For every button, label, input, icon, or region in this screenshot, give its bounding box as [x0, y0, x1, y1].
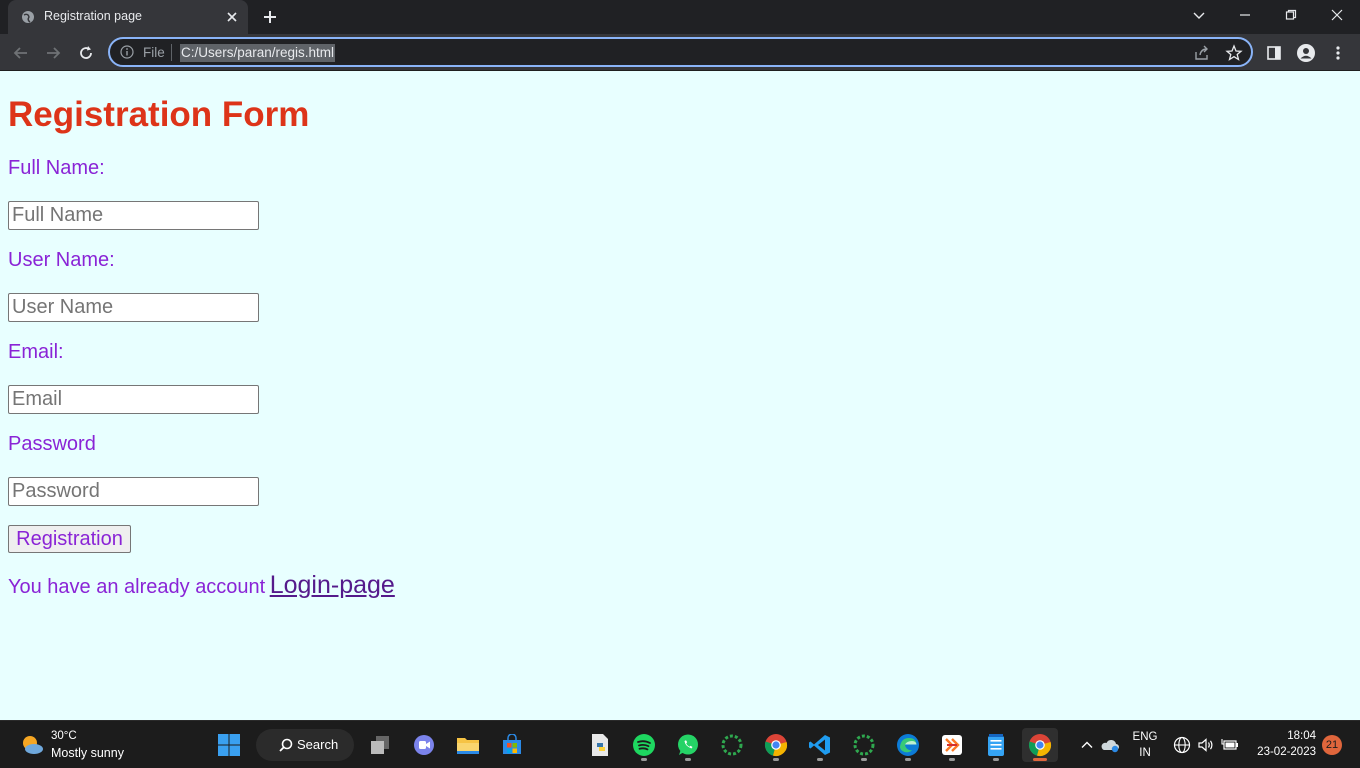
- onedrive-cloud-icon[interactable]: [1100, 735, 1120, 755]
- close-window-button[interactable]: [1314, 0, 1360, 30]
- back-button[interactable]: [8, 40, 34, 66]
- spotify-icon[interactable]: [626, 728, 662, 762]
- running-indicator: [817, 758, 823, 761]
- microsoft-store-icon[interactable]: [494, 728, 530, 762]
- more-menu-icon[interactable]: [1328, 43, 1348, 63]
- info-icon[interactable]: [120, 45, 134, 59]
- weather-description[interactable]: Mostly sunny: [51, 746, 124, 760]
- running-indicator: [905, 758, 911, 761]
- windows-taskbar: 30°C Mostly sunny Search ENG IN 18:04 23…: [0, 720, 1360, 768]
- running-indicator: [641, 758, 647, 761]
- url-scheme-label: File: [143, 45, 165, 60]
- full-name-input[interactable]: [8, 201, 259, 230]
- weather-sun-icon[interactable]: [20, 733, 44, 757]
- tab-title: Registration page: [44, 9, 142, 23]
- language-indicator[interactable]: ENG: [1129, 731, 1161, 743]
- notepad-icon[interactable]: [978, 728, 1014, 762]
- forward-button[interactable]: [40, 40, 66, 66]
- network-globe-icon[interactable]: [1172, 735, 1192, 755]
- reload-button[interactable]: [73, 40, 99, 66]
- login-page-link[interactable]: Login-page: [270, 571, 395, 599]
- python-file-icon[interactable]: [582, 728, 618, 762]
- profile-avatar-icon[interactable]: [1296, 43, 1316, 63]
- browser-toolbar: File C:/Users/paran/regis.html: [0, 34, 1360, 71]
- clock-time[interactable]: 18:04: [1252, 730, 1316, 742]
- divider: [171, 44, 172, 61]
- login-prompt: You have an already account Login-page: [8, 571, 395, 600]
- full-name-label: Full Name:: [8, 157, 105, 179]
- address-bar[interactable]: File C:/Users/paran/regis.html: [108, 37, 1253, 67]
- chrome-active-icon[interactable]: [1022, 728, 1058, 762]
- close-icon[interactable]: [224, 9, 240, 25]
- password-label: Password: [8, 433, 96, 455]
- minimize-button[interactable]: [1222, 0, 1268, 30]
- email-label: Email:: [8, 341, 64, 363]
- chrome-icon[interactable]: [758, 728, 794, 762]
- file-explorer-icon[interactable]: [450, 728, 486, 762]
- search-icon: [278, 737, 294, 753]
- taskbar-search-box[interactable]: Search: [256, 729, 354, 761]
- green-loader-app-icon-2[interactable]: [846, 728, 882, 762]
- edge-icon[interactable]: [890, 728, 926, 762]
- login-prompt-text: You have an already account: [8, 576, 266, 598]
- weather-temperature[interactable]: 30°C: [51, 730, 77, 742]
- new-tab-button[interactable]: [260, 7, 280, 27]
- share-icon[interactable]: [1193, 44, 1211, 62]
- start-button[interactable]: [211, 728, 247, 762]
- search-label: Search: [297, 737, 339, 752]
- whatsapp-icon[interactable]: [670, 728, 706, 762]
- restore-button[interactable]: [1268, 0, 1314, 30]
- email-input[interactable]: [8, 385, 259, 414]
- xampp-icon[interactable]: [934, 728, 970, 762]
- url-text[interactable]: C:/Users/paran/regis.html: [180, 44, 336, 62]
- side-panel-icon[interactable]: [1264, 43, 1284, 63]
- page-title: Registration Form: [8, 95, 310, 134]
- notification-badge[interactable]: 21: [1322, 735, 1342, 755]
- battery-icon[interactable]: [1220, 735, 1240, 755]
- browser-tab[interactable]: Registration page: [8, 0, 248, 34]
- user-name-label: User Name:: [8, 249, 115, 271]
- chevron-up-icon[interactable]: [1077, 735, 1097, 755]
- running-indicator: [949, 758, 955, 761]
- browser-tab-strip: Registration page: [0, 0, 1360, 34]
- globe-icon: [21, 10, 35, 24]
- password-input[interactable]: [8, 477, 259, 506]
- running-indicator: [993, 758, 999, 761]
- task-view-icon[interactable]: [362, 728, 398, 762]
- registration-button[interactable]: Registration: [8, 525, 131, 553]
- running-indicator: [773, 758, 779, 761]
- teams-chat-icon[interactable]: [406, 728, 442, 762]
- running-indicator: [861, 758, 867, 761]
- bookmark-star-icon[interactable]: [1225, 44, 1243, 62]
- vscode-icon[interactable]: [802, 728, 838, 762]
- volume-icon[interactable]: [1196, 735, 1216, 755]
- tab-search-chevron-icon[interactable]: [1176, 0, 1222, 30]
- active-indicator: [1033, 758, 1047, 761]
- clock-date[interactable]: 23-02-2023: [1252, 746, 1316, 758]
- page-content: Registration Form Full Name: User Name: …: [0, 71, 1360, 720]
- green-loader-app-icon[interactable]: [714, 728, 750, 762]
- running-indicator: [685, 758, 691, 761]
- region-indicator[interactable]: IN: [1129, 747, 1161, 759]
- user-name-input[interactable]: [8, 293, 259, 322]
